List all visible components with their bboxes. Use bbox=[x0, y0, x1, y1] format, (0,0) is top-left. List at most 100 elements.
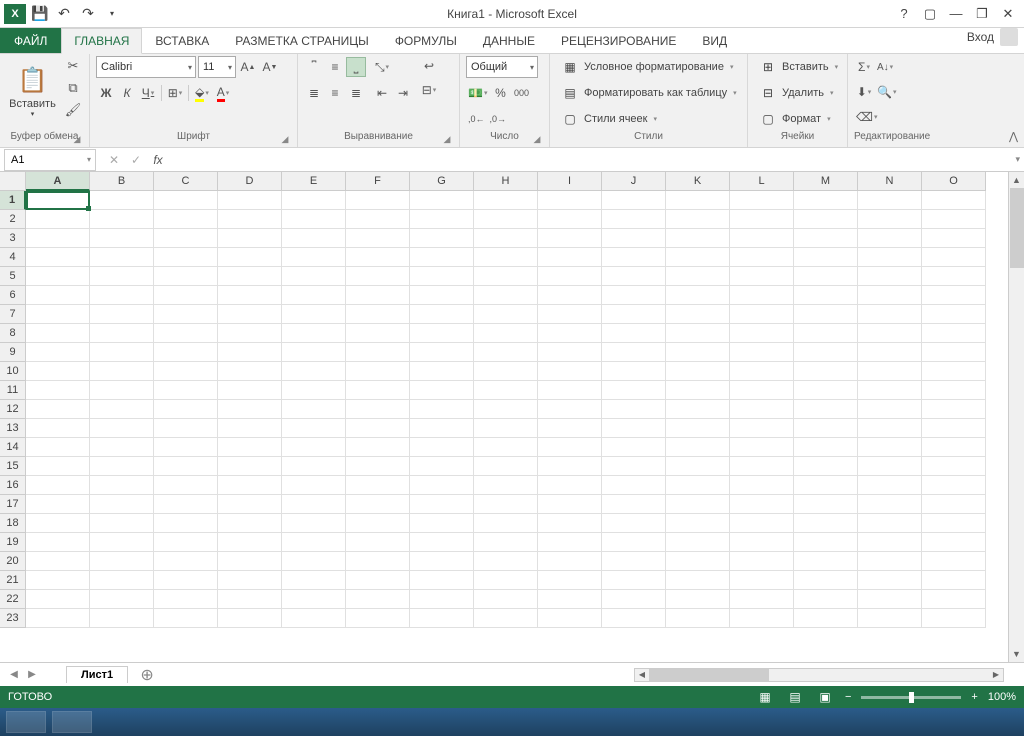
cell-O9[interactable] bbox=[922, 343, 986, 362]
ribbon-options-button[interactable]: ▢ bbox=[918, 4, 942, 24]
cell-A14[interactable] bbox=[26, 438, 90, 457]
cell-N5[interactable] bbox=[858, 267, 922, 286]
cell-N16[interactable] bbox=[858, 476, 922, 495]
cell-K3[interactable] bbox=[666, 229, 730, 248]
cell-C11[interactable] bbox=[154, 381, 218, 400]
cell-A8[interactable] bbox=[26, 324, 90, 343]
fill-button[interactable]: ⬇ bbox=[854, 82, 874, 102]
cell-C15[interactable] bbox=[154, 457, 218, 476]
underline-button[interactable]: Ч bbox=[138, 83, 158, 103]
row-header-15[interactable]: 15 bbox=[0, 457, 26, 476]
cell-O7[interactable] bbox=[922, 305, 986, 324]
zoom-thumb[interactable] bbox=[909, 692, 914, 703]
cell-L13[interactable] bbox=[730, 419, 794, 438]
cell-I15[interactable] bbox=[538, 457, 602, 476]
cell-D11[interactable] bbox=[218, 381, 282, 400]
cell-F11[interactable] bbox=[346, 381, 410, 400]
cell-A4[interactable] bbox=[26, 248, 90, 267]
hscroll-thumb[interactable] bbox=[649, 669, 769, 681]
cell-H19[interactable] bbox=[474, 533, 538, 552]
cell-H22[interactable] bbox=[474, 590, 538, 609]
cell-D16[interactable] bbox=[218, 476, 282, 495]
cell-N12[interactable] bbox=[858, 400, 922, 419]
cell-C19[interactable] bbox=[154, 533, 218, 552]
cell-D4[interactable] bbox=[218, 248, 282, 267]
cell-G23[interactable] bbox=[410, 609, 474, 628]
cell-E9[interactable] bbox=[282, 343, 346, 362]
cell-A15[interactable] bbox=[26, 457, 90, 476]
cell-K13[interactable] bbox=[666, 419, 730, 438]
column-header-O[interactable]: O bbox=[922, 172, 986, 191]
insert-function-button[interactable]: fx bbox=[148, 151, 168, 169]
cell-G8[interactable] bbox=[410, 324, 474, 343]
cell-N4[interactable] bbox=[858, 248, 922, 267]
cell-C3[interactable] bbox=[154, 229, 218, 248]
cell-L17[interactable] bbox=[730, 495, 794, 514]
cell-A21[interactable] bbox=[26, 571, 90, 590]
cell-I14[interactable] bbox=[538, 438, 602, 457]
cell-G17[interactable] bbox=[410, 495, 474, 514]
row-header-9[interactable]: 9 bbox=[0, 343, 26, 362]
cell-C18[interactable] bbox=[154, 514, 218, 533]
find-select-button[interactable]: 🔍 bbox=[875, 82, 898, 102]
tab-page-layout[interactable]: РАЗМЕТКА СТРАНИЦЫ bbox=[222, 28, 382, 53]
cell-K1[interactable] bbox=[666, 191, 730, 210]
cell-E18[interactable] bbox=[282, 514, 346, 533]
cell-G11[interactable] bbox=[410, 381, 474, 400]
cell-D15[interactable] bbox=[218, 457, 282, 476]
cell-J17[interactable] bbox=[602, 495, 666, 514]
cell-K15[interactable] bbox=[666, 457, 730, 476]
cell-M15[interactable] bbox=[794, 457, 858, 476]
autosum-button[interactable]: Σ bbox=[854, 57, 874, 77]
align-right-button[interactable]: ≣ bbox=[346, 83, 366, 103]
cell-I5[interactable] bbox=[538, 267, 602, 286]
font-name-combo[interactable]: Calibri bbox=[96, 56, 196, 78]
cell-N7[interactable] bbox=[858, 305, 922, 324]
scroll-down-button[interactable]: ▼ bbox=[1009, 646, 1024, 662]
collapse-ribbon-button[interactable]: ⋀ bbox=[1009, 130, 1018, 143]
cell-M18[interactable] bbox=[794, 514, 858, 533]
cell-I4[interactable] bbox=[538, 248, 602, 267]
row-header-23[interactable]: 23 bbox=[0, 609, 26, 628]
cell-M2[interactable] bbox=[794, 210, 858, 229]
cell-O4[interactable] bbox=[922, 248, 986, 267]
borders-button[interactable]: ⊞ bbox=[165, 83, 185, 103]
cell-I1[interactable] bbox=[538, 191, 602, 210]
help-button[interactable]: ? bbox=[892, 4, 916, 24]
copy-button[interactable]: ⧉ bbox=[63, 78, 83, 98]
cell-L11[interactable] bbox=[730, 381, 794, 400]
cell-L5[interactable] bbox=[730, 267, 794, 286]
cell-K11[interactable] bbox=[666, 381, 730, 400]
column-header-C[interactable]: C bbox=[154, 172, 218, 191]
cell-D2[interactable] bbox=[218, 210, 282, 229]
cell-K22[interactable] bbox=[666, 590, 730, 609]
cell-M6[interactable] bbox=[794, 286, 858, 305]
cell-C22[interactable] bbox=[154, 590, 218, 609]
cell-E17[interactable] bbox=[282, 495, 346, 514]
cell-O2[interactable] bbox=[922, 210, 986, 229]
cell-G20[interactable] bbox=[410, 552, 474, 571]
number-launcher[interactable]: ◢ bbox=[531, 134, 543, 146]
cell-M13[interactable] bbox=[794, 419, 858, 438]
cell-D18[interactable] bbox=[218, 514, 282, 533]
column-header-G[interactable]: G bbox=[410, 172, 474, 191]
cell-O5[interactable] bbox=[922, 267, 986, 286]
cell-N10[interactable] bbox=[858, 362, 922, 381]
cell-L15[interactable] bbox=[730, 457, 794, 476]
cell-D1[interactable] bbox=[218, 191, 282, 210]
signin[interactable]: Вход bbox=[967, 28, 1018, 46]
cell-G21[interactable] bbox=[410, 571, 474, 590]
cell-D13[interactable] bbox=[218, 419, 282, 438]
cell-A7[interactable] bbox=[26, 305, 90, 324]
cell-F4[interactable] bbox=[346, 248, 410, 267]
cell-D6[interactable] bbox=[218, 286, 282, 305]
cell-M19[interactable] bbox=[794, 533, 858, 552]
column-header-A[interactable]: A bbox=[26, 172, 90, 191]
cell-I13[interactable] bbox=[538, 419, 602, 438]
cell-C9[interactable] bbox=[154, 343, 218, 362]
decrease-font-button[interactable]: A▼ bbox=[260, 57, 280, 77]
cell-A17[interactable] bbox=[26, 495, 90, 514]
cell-O1[interactable] bbox=[922, 191, 986, 210]
cell-D5[interactable] bbox=[218, 267, 282, 286]
cell-O23[interactable] bbox=[922, 609, 986, 628]
